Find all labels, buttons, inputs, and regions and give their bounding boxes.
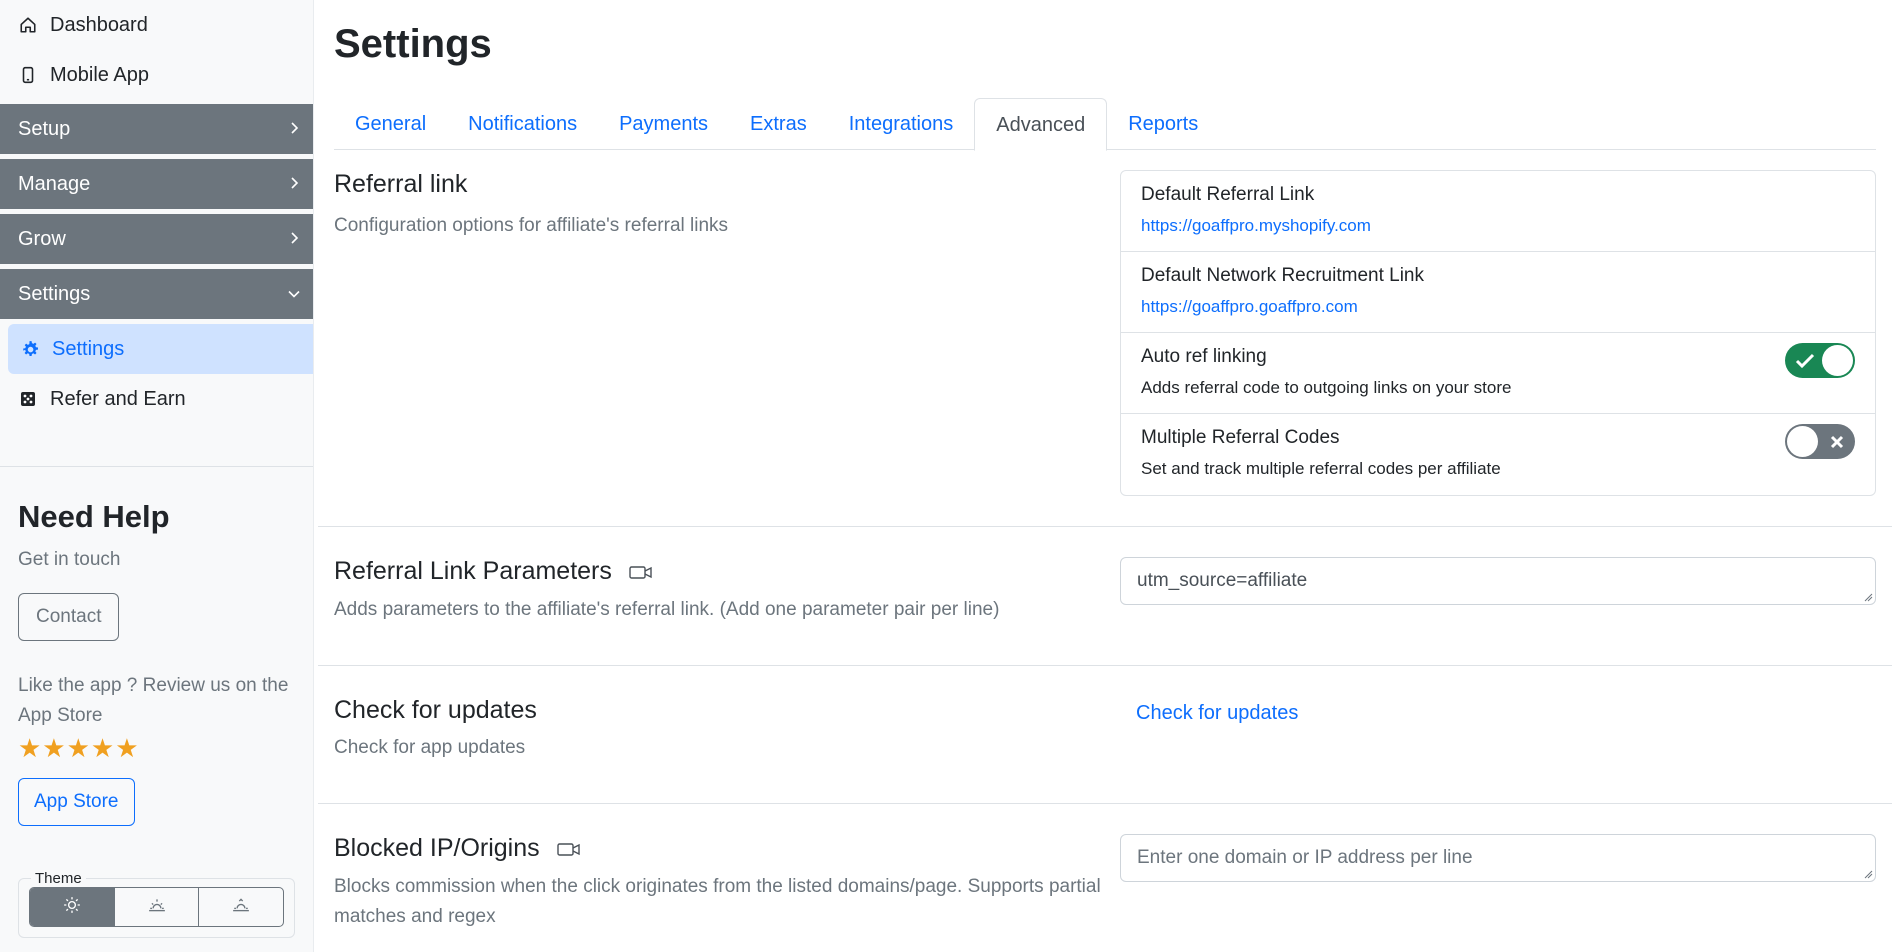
tab-payments[interactable]: Payments (598, 98, 729, 150)
textarea-placeholder: Enter one domain or IP address per line (1137, 846, 1473, 868)
section-description: Configuration options for affiliate's re… (334, 215, 729, 236)
rating-stars: ★★★★★ (18, 733, 140, 763)
sidebar-group-settings[interactable]: Settings (0, 269, 313, 319)
tab-general[interactable]: General (334, 98, 447, 150)
default-referral-link[interactable]: https://goaffpro.myshopify.com (1141, 216, 1855, 236)
section-description: Blocks commission when the click origina… (334, 875, 1101, 927)
theme-switcher: Theme (18, 870, 295, 938)
sidebar-group-label: Manage (18, 172, 91, 195)
section-title: Blocked IP/Origins (334, 834, 1114, 864)
theme-auto-button[interactable] (115, 888, 200, 926)
sidebar-item-label: Refer and Earn (50, 387, 186, 410)
sidebar-divider (0, 466, 313, 467)
list-item-title: Multiple Referral Codes (1141, 427, 1340, 448)
tab-extras[interactable]: Extras (729, 98, 828, 150)
check-for-updates-link[interactable]: Check for updates (1136, 702, 1298, 724)
main-content: Settings General Notifications Payments … (318, 0, 1892, 932)
list-item-title: Default Network Recruitment Link (1141, 265, 1424, 286)
settings-tabs: General Notifications Payments Extras In… (334, 98, 1876, 151)
sidebar-group-label: Grow (18, 227, 66, 250)
video-icon[interactable] (556, 835, 581, 864)
list-item-description: Adds referral code to outgoing links on … (1141, 378, 1512, 397)
section-title: Referral Link Parameters (334, 557, 1114, 587)
check-icon (1787, 343, 1822, 378)
chevron-right-icon (289, 174, 301, 195)
help-title: Need Help (18, 499, 170, 534)
page-title: Settings (334, 22, 492, 66)
sun-icon (63, 896, 81, 919)
section-title-text: Referral Link Parameters (334, 557, 612, 585)
list-item-title: Auto ref linking (1141, 346, 1267, 367)
referral-params-textarea[interactable]: utm_source=affiliate (1120, 557, 1876, 605)
section-title-text: Blocked IP/Origins (334, 833, 540, 862)
sidebar-item-mobile-app[interactable]: Mobile App (0, 50, 313, 100)
review-text: Like the app ? Review us on the App Stor… (18, 675, 289, 726)
x-icon (1819, 424, 1854, 459)
sidebar-item-dashboard[interactable]: Dashboard (0, 0, 313, 50)
tab-integrations[interactable]: Integrations (828, 98, 975, 150)
help-panel: Need Help Get in touch Contact Like the … (0, 499, 313, 826)
network-recruitment-link[interactable]: https://goaffpro.goaffpro.com (1141, 297, 1855, 317)
sidebar-group-manage[interactable]: Manage (0, 159, 313, 209)
help-subtitle: Get in touch (18, 549, 121, 570)
list-item-title: Default Referral Link (1141, 184, 1315, 205)
list-item-auto-ref-linking: Auto ref linking Adds referral code to o… (1121, 333, 1875, 414)
sidebar-group-setup[interactable]: Setup (0, 104, 313, 154)
list-item-multiple-referral-codes: Multiple Referral Codes Set and track mu… (1121, 414, 1875, 495)
sidebar-item-label: Settings (52, 337, 125, 360)
toggle-knob (1822, 345, 1853, 376)
sidebar-item-refer-and-earn[interactable]: Refer and Earn (0, 374, 313, 424)
home-icon (18, 16, 38, 34)
auto-ref-linking-toggle[interactable] (1785, 343, 1855, 378)
section-title: Referral link (334, 170, 468, 198)
sunrise-icon (148, 896, 166, 919)
app-store-button[interactable]: App Store (18, 778, 135, 826)
sidebar-item-label: Mobile App (50, 63, 149, 86)
chevron-right-icon (289, 119, 301, 140)
referral-params-section: Referral Link Parameters Adds parameters… (334, 527, 1876, 665)
chevron-down-icon (287, 284, 301, 305)
chevron-right-icon (289, 229, 301, 250)
theme-button-group (29, 887, 284, 927)
toggle-knob (1787, 426, 1818, 457)
sidebar-item-label: Dashboard (50, 13, 148, 36)
list-item-description: Set and track multiple referral codes pe… (1141, 459, 1501, 478)
resize-grip-icon[interactable] (1863, 869, 1873, 879)
sidebar-group-label: Setup (18, 117, 71, 140)
list-item-default-referral-link: Default Referral Link https://goaffpro.m… (1121, 171, 1875, 252)
tab-advanced[interactable]: Advanced (974, 98, 1108, 151)
sidebar-item-settings[interactable]: Settings (8, 324, 313, 374)
gear-icon (20, 340, 40, 358)
section-title: Check for updates (334, 695, 537, 724)
mobile-icon (18, 66, 38, 84)
theme-light-button[interactable] (30, 888, 115, 926)
resize-grip-icon[interactable] (1863, 592, 1873, 602)
section-description: Adds parameters to the affiliate's refer… (334, 598, 1000, 620)
multiple-referral-codes-toggle[interactable] (1785, 424, 1855, 459)
contact-button[interactable]: Contact (18, 593, 120, 641)
referral-settings-list: Default Referral Link https://goaffpro.m… (1120, 170, 1876, 496)
theme-dark-button[interactable] (199, 888, 283, 926)
sunset-icon (232, 896, 250, 919)
sidebar-group-grow[interactable]: Grow (0, 214, 313, 264)
tab-notifications[interactable]: Notifications (447, 98, 598, 150)
sidebar: Dashboard Mobile App Setup Manage Grow S… (0, 0, 314, 952)
section-description: Check for app updates (334, 736, 526, 758)
list-item-network-recruitment-link: Default Network Recruitment Link https:/… (1121, 252, 1875, 333)
referral-link-section: Referral link Configuration options for … (334, 150, 1876, 526)
tab-reports[interactable]: Reports (1107, 98, 1219, 150)
sidebar-group-label: Settings (18, 282, 91, 305)
video-icon[interactable] (629, 558, 653, 587)
theme-legend: Theme (35, 870, 82, 887)
blocked-origins-section: Blocked IP/Origins Blocks commission whe… (334, 804, 1876, 932)
blocked-origins-textarea[interactable]: Enter one domain or IP address per line (1120, 833, 1876, 882)
check-updates-section: Check for updates Check for app updates … (334, 666, 1876, 803)
dice-icon (18, 391, 38, 407)
textarea-value: utm_source=affiliate (1137, 570, 1308, 591)
